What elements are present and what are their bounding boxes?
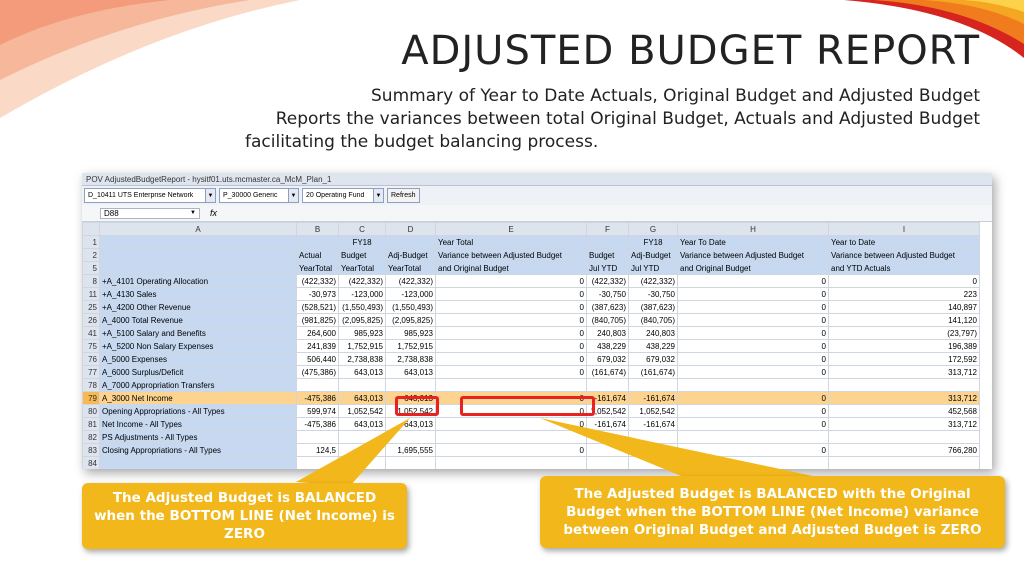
callout-left: The Adjusted Budget is BALANCED when the… [82, 483, 407, 549]
callout-right: The Adjusted Budget is BALANCED with the… [540, 476, 1005, 548]
